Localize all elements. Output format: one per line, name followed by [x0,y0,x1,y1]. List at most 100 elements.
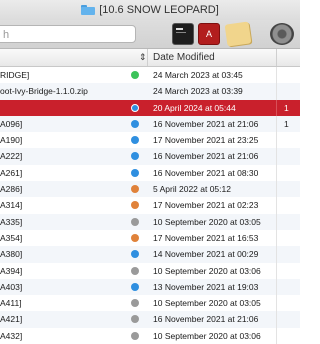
file-date-modified: 10 September 2020 at 03:06 [153,330,261,341]
column-divider[interactable] [147,49,148,66]
sync-status-icon [131,299,139,308]
file-row[interactable]: A432] 10 September 2020 at 03:06 [0,327,300,344]
column-gridline [276,99,277,116]
file-date-modified: 16 November 2021 at 21:06 [153,151,259,162]
file-name: A286] [0,184,23,195]
sync-status-icon [131,250,139,259]
file-size: 1 [284,102,289,113]
file-name: A432] [0,330,23,341]
file-date-modified: 13 November 2021 at 19:03 [153,281,259,292]
file-date-modified: 17 November 2021 at 02:23 [153,200,259,211]
sync-status-icon [131,315,139,324]
sync-status-icon [131,331,139,340]
file-row[interactable]: A335] 10 September 2020 at 03:05 [0,213,300,230]
file-date-modified: 17 November 2021 at 23:25 [153,135,259,146]
file-name: A096] [0,118,23,129]
file-name: A403] [0,281,23,292]
column-gridline [276,311,277,328]
column-gridline [276,164,277,182]
column-gridline [276,181,277,198]
file-date-modified: 20 April 2024 at 05:44 [153,102,236,113]
file-date-modified: 17 November 2021 at 16:53 [153,232,259,243]
file-date-modified: 10 September 2020 at 03:05 [153,298,261,309]
column-gridline [276,327,277,344]
acrobat-icon[interactable]: A [198,23,220,45]
file-date-modified: 16 November 2021 at 08:30 [153,167,259,178]
column-gridline [276,83,277,100]
column-gridline [276,246,277,263]
file-row[interactable]: A222] 16 November 2021 at 21:06 [0,148,300,165]
window-title: [10.6 SNOW LEOPARD] [99,4,219,16]
file-name: A421] [0,314,23,325]
file-row[interactable]: A190] 17 November 2021 at 23:25 [0,132,300,149]
window-titlebar: [10.6 SNOW LEOPARD] [0,0,300,20]
file-list: RIDGE] 24 March 2023 at 03:45 oot-Ivy-Brid… [0,67,300,344]
column-gridline [276,213,277,230]
sync-status-icon [131,71,139,79]
file-name: RIDGE] [0,70,30,80]
file-row[interactable]: A380] 14 November 2021 at 00:29 [0,246,300,263]
file-date-modified: 16 November 2021 at 21:06 [153,118,259,129]
file-row[interactable]: oot-Ivy-Bridge-1.1.0.zip 24 March 2023 at… [0,83,300,100]
file-date-modified: 14 November 2021 at 00:29 [153,249,259,260]
file-row[interactable]: A421] 16 November 2021 at 21:06 [0,311,300,328]
file-row[interactable]: A354] 17 November 2021 at 16:53 [0,229,300,247]
file-row[interactable]: A286] 5 April 2022 at 05:12 [0,181,300,198]
file-date-modified: 10 September 2020 at 03:06 [153,265,261,276]
column-gridline [276,148,277,165]
file-row[interactable]: A411] 10 September 2020 at 03:05 [0,295,300,312]
file-name: A354] [0,232,23,243]
file-row[interactable]: 20 April 2024 at 05:44 1 [0,99,300,116]
column-gridline [276,197,277,214]
file-date-modified: 10 September 2020 at 03:05 [153,216,261,227]
file-name: A261] [0,167,23,178]
column-gridline [276,67,277,84]
file-row[interactable]: A314] 17 November 2021 at 02:23 [0,197,300,214]
column-header: ⇕ Date Modified [0,49,300,67]
file-name: A190] [0,135,23,146]
file-name: A222] [0,151,23,162]
column-gridline [276,262,277,279]
file-name: A335] [0,216,23,227]
file-date-modified: 24 March 2023 at 03:45 [153,70,243,80]
search-field[interactable]: h [0,25,136,43]
file-name: A394] [0,265,23,276]
column-gridline [276,295,277,312]
sync-status-icon [131,201,139,210]
sync-status-icon [131,185,139,194]
file-name: A314] [0,200,23,211]
file-row[interactable]: RIDGE] 24 March 2023 at 03:45 [0,67,300,84]
sync-status-icon [131,168,139,177]
file-name: oot-Ivy-Bridge-1.1.0.zip [0,86,88,97]
column-gridline [276,229,277,247]
column-gridline [276,132,277,149]
sync-status-icon [131,136,139,145]
terminal-icon[interactable] [172,23,194,45]
file-date-modified: 24 March 2023 at 03:39 [153,86,243,97]
toolbar: h A [0,20,300,49]
sync-status-icon [131,217,139,226]
sync-status-icon [131,233,139,242]
column-divider[interactable] [276,49,277,66]
file-row[interactable]: A261] 16 November 2021 at 08:30 [0,164,300,182]
stickies-icon[interactable] [224,21,252,47]
sync-status-icon [131,119,139,128]
column-gridline [276,278,277,296]
folder-icon [81,5,96,15]
file-name: A411] [0,298,22,309]
file-name: A380] [0,249,23,260]
sync-status-icon [131,266,139,275]
column-header-date-modified[interactable]: Date Modified [153,52,215,63]
sync-status-icon [131,152,139,161]
file-date-modified: 16 November 2021 at 21:06 [153,314,259,325]
file-row[interactable]: A096] 16 November 2021 at 21:06 1 [0,115,300,133]
system-preferences-icon[interactable] [270,23,294,45]
sync-status-icon [131,103,139,112]
column-gridline [276,115,277,133]
file-row[interactable]: A403] 13 November 2021 at 19:03 [0,278,300,296]
sync-status-icon [131,282,139,291]
file-row[interactable]: A394] 10 September 2020 at 03:06 [0,262,300,279]
sort-icon[interactable]: ⇕ [139,52,147,63]
file-size: 1 [284,118,289,129]
file-date-modified: 5 April 2022 at 05:12 [153,184,231,195]
